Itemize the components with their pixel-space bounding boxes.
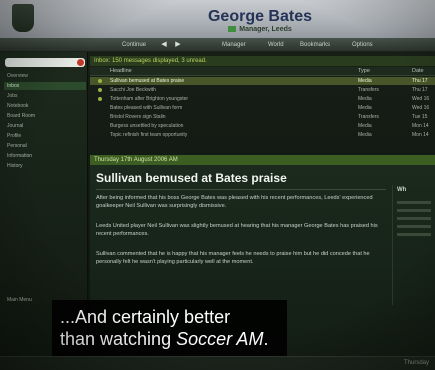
related-panel: Wh [392,185,435,305]
unread-dot-icon [98,88,102,92]
row-date: Wed 16 [412,96,430,102]
row-headline: Sacchi Joe Beckwith [110,87,156,93]
row-date: Wed 16 [412,105,430,111]
main-toolbar: Continue ◀ ▶ Manager World Bookmarks Opt… [0,38,435,52]
article-title: Sullivan bemused at Bates praise [96,171,287,185]
related-line [397,201,431,204]
clear-search-icon[interactable] [77,59,84,66]
caption-line-1: ...And certainly better [60,307,231,327]
article-paragraph: Leeds United player Neil Sullivan was sl… [96,223,378,237]
manager-menu[interactable]: Manager [222,40,246,50]
sidebar-item-personal[interactable]: Personal [4,142,86,150]
row-date: Thu 17 [412,78,428,84]
caption-show-name: Soccer AM [176,329,264,349]
row-type: Media [358,78,372,84]
options-menu[interactable]: Options [352,40,373,50]
forward-arrow-icon[interactable]: ▶ [172,40,184,50]
country-flag-icon [228,26,237,33]
sidebar-item-inbox[interactable]: Inbox [4,82,86,90]
row-type: Media [358,123,372,129]
row-type: Media [358,96,372,102]
row-date: Tue 15 [412,114,428,120]
row-headline: Topic refinish first team opportunity [110,132,188,138]
article-paragraph: After being informed that his boss Georg… [96,195,373,209]
related-panel-title: Wh [397,187,407,193]
row-headline: Tottenham after Brighton youngster [110,96,189,102]
sidebar-item-jobs[interactable]: Jobs [4,92,86,100]
caption-suffix: . [263,329,269,349]
row-date: Mon 14 [412,132,429,138]
manager-name: George Bates [207,8,313,25]
related-line [397,225,431,228]
row-headline: Bates pleased with Sullivan form [110,105,183,111]
sidebar-item-profile[interactable]: Profile [4,132,86,140]
continue-button[interactable]: Continue [122,40,146,50]
back-arrow-icon[interactable]: ◀ [158,40,170,50]
table-row[interactable]: Bates pleased with Sullivan form Media W… [90,104,435,112]
unread-dot-icon [98,97,102,101]
sidebar-item-notebook[interactable]: Notebook [4,102,86,110]
row-type: Media [358,105,372,111]
magazine-caption: ...And certainly better than watching So… [52,300,287,356]
table-row[interactable]: Topic refinish first team opportunity Me… [90,131,435,139]
column-header-type[interactable]: Type [358,67,370,76]
inbox-table-header: Headline Type Date [90,67,435,76]
sidebar-item-journal[interactable]: Journal [4,122,86,130]
inbox-summary: Inbox: 150 messages displayed, 3 unread. [90,56,435,66]
club-crest-icon [12,4,34,32]
manager-subtitle: Manager, Leeds [130,26,390,33]
column-header-headline[interactable]: Headline [110,67,132,76]
related-line [397,209,431,212]
table-row[interactable]: Burgess unsettled by speculation Media M… [90,122,435,130]
table-row[interactable]: Sacchi Joe Beckwith Transfers Thu 17 [90,86,435,94]
sidebar-item-overview[interactable]: Overview [4,72,86,80]
article-paragraph: Sullivan commented that he is happy that… [96,251,370,265]
sidebar-item-history[interactable]: History [4,162,86,170]
row-date: Mon 14 [412,123,429,129]
row-headline: Bristol Rovers sign Stalin [110,114,166,120]
caption-prefix: than watching [60,329,177,349]
manager-role: Manager, Leeds [239,26,292,33]
row-type: Transfers [358,87,379,93]
row-headline: Sullivan bemused at Bates praise [110,78,185,84]
column-header-date[interactable]: Date [412,67,424,76]
row-type: Transfers [358,114,379,120]
table-row[interactable]: Tottenham after Brighton youngster Media… [90,95,435,103]
divider [96,189,386,190]
status-bar: Thursday [0,356,435,370]
world-menu[interactable]: World [268,40,284,50]
unread-dot-icon [98,79,102,83]
bookmarks-menu[interactable]: Bookmarks [300,40,330,50]
related-line [397,217,431,220]
table-row[interactable]: Sullivan bemused at Bates praise Media T… [90,77,435,85]
row-type: Media [358,132,372,138]
row-date: Thu 17 [412,87,428,93]
caption-line-2: than watching Soccer AM. [60,328,268,350]
game-window: George Bates Manager, Leeds Continue ◀ ▶… [0,0,435,370]
sidebar-item-board-room[interactable]: Board Room [4,112,86,120]
manager-header: George Bates Manager, Leeds [0,0,435,38]
row-headline: Burgess unsettled by speculation [110,123,184,129]
sidebar-item-information[interactable]: Information [4,152,86,160]
table-row[interactable]: Bristol Rovers sign Stalin Transfers Tue… [90,113,435,121]
article-date: Thursday 17th August 2006 AM [90,155,435,165]
sidebar-search-input[interactable] [5,58,85,67]
related-line [397,233,431,236]
status-bar-date: Thursday [403,360,429,366]
